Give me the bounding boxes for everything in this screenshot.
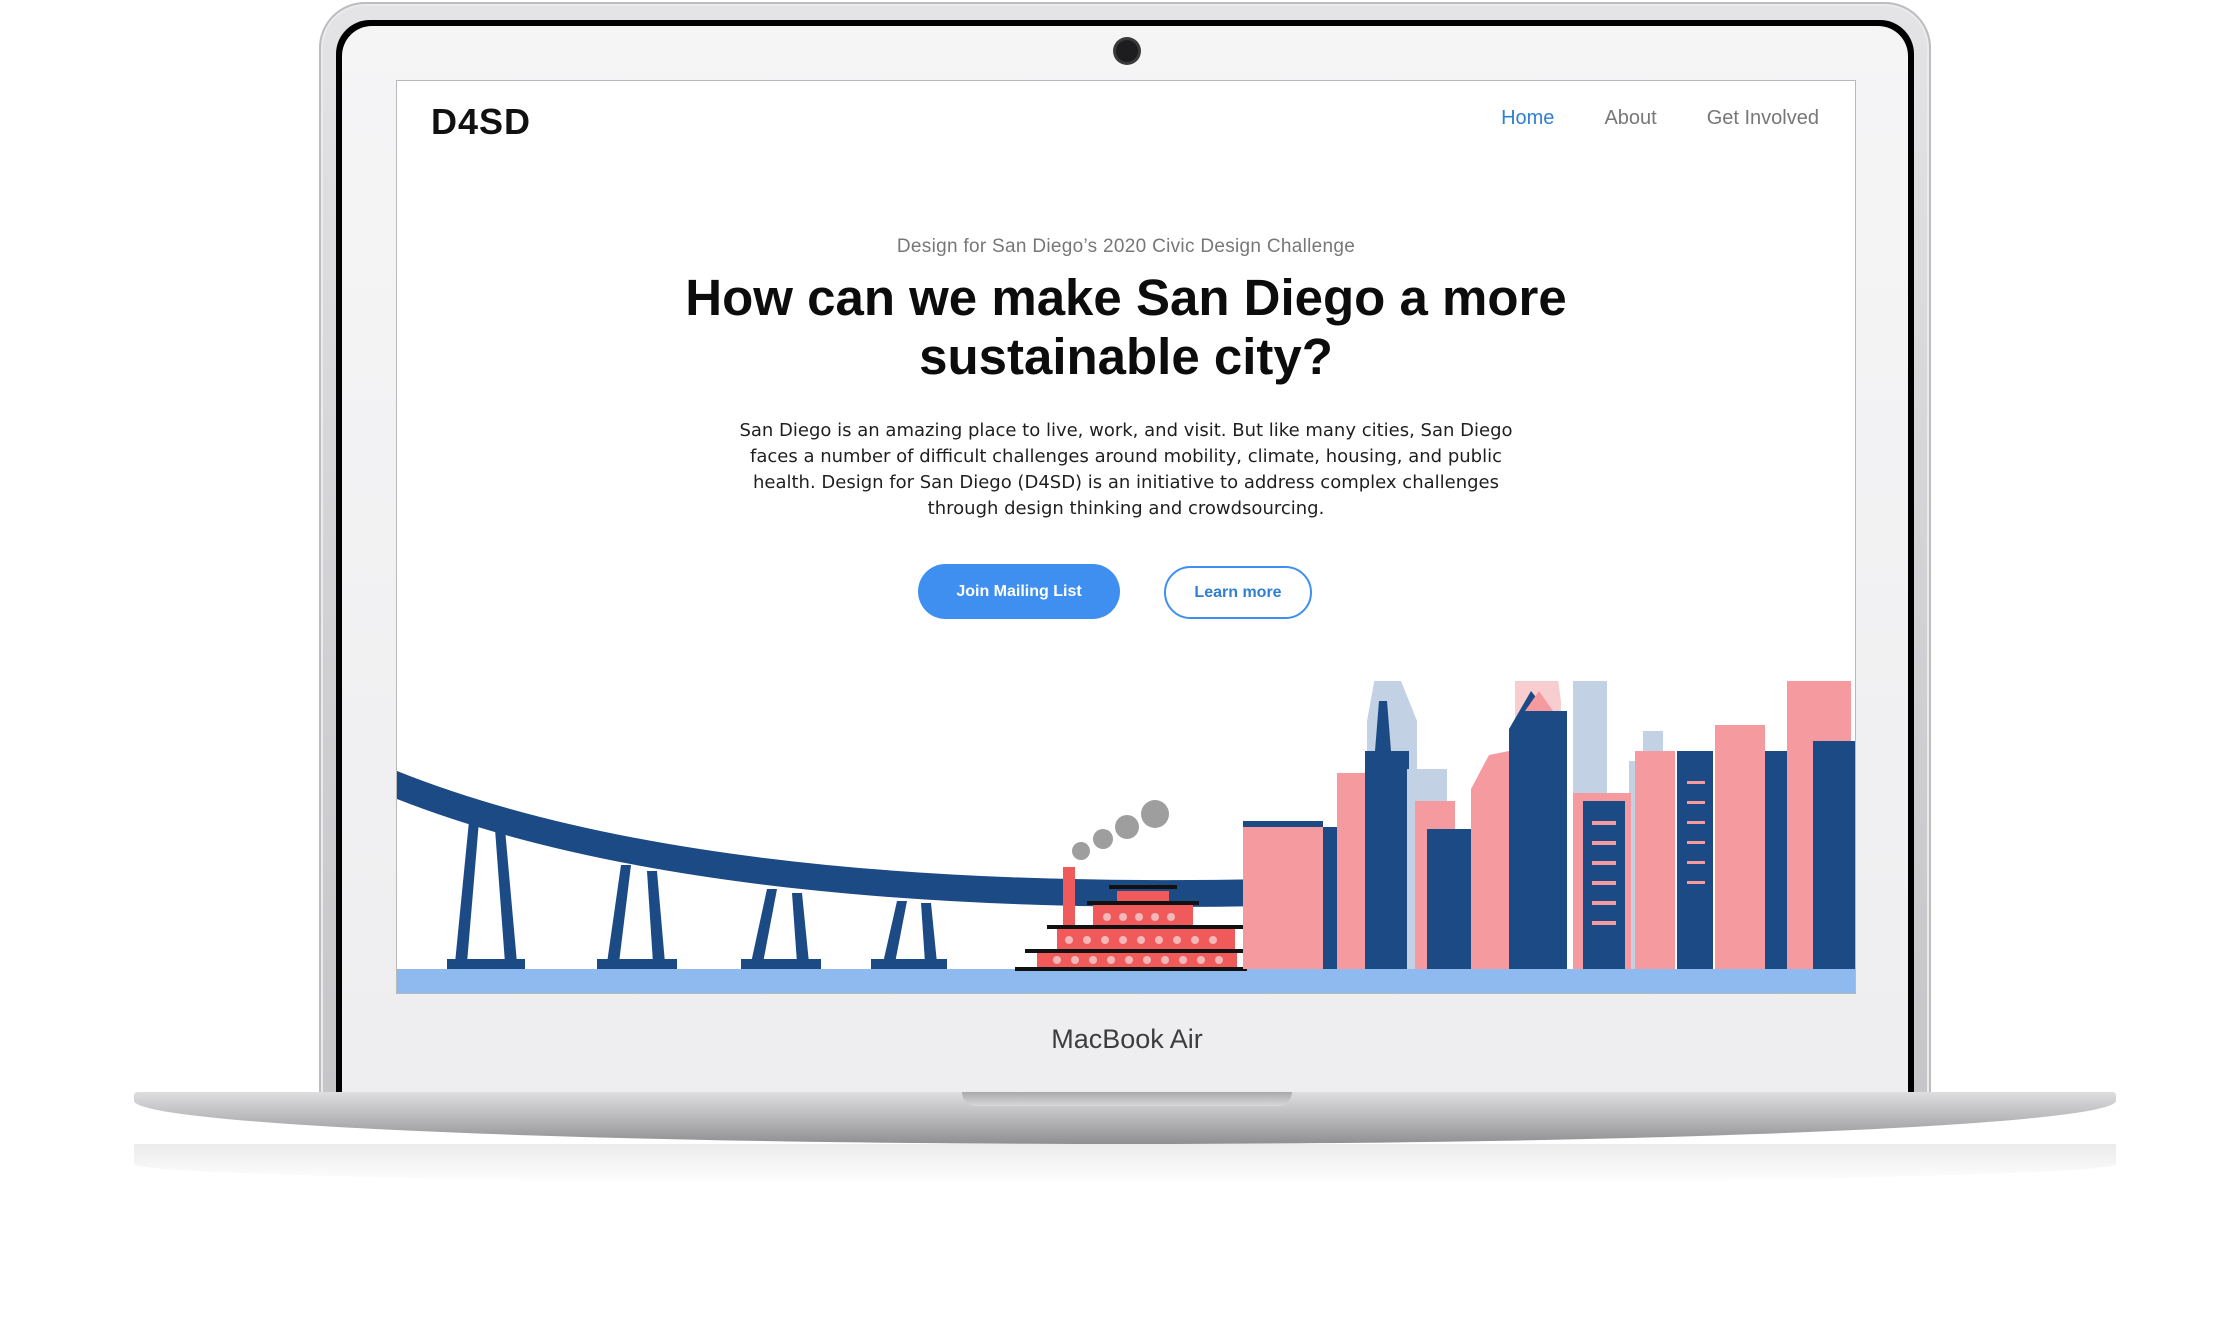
learn-more-button[interactable]: Learn more: [1164, 566, 1312, 619]
laptop-base-notch: [962, 1092, 1292, 1106]
smoke-puffs: [1072, 800, 1169, 860]
laptop-shadow: [134, 1144, 2116, 1184]
skyline-buildings: [1243, 681, 1855, 969]
nav-link-home[interactable]: Home: [1501, 107, 1554, 130]
hero-description: San Diego is an amazing place to live, w…: [739, 420, 1513, 519]
join-mailing-list-button[interactable]: Join Mailing List: [918, 564, 1120, 619]
hero-eyebrow: Design for San Diego’s 2020 Civic Design…: [896, 236, 1356, 257]
device-brand-label: MacBook Air: [1051, 1024, 1203, 1054]
water: [397, 969, 1855, 993]
hero-section: Design for San Diego’s 2020 Civic Design…: [397, 236, 1855, 522]
nav-link-get-involved[interactable]: Get Involved: [1707, 107, 1819, 130]
camera-icon: [1116, 40, 1138, 62]
website-screen: D4SD Home About Get Involved Design for …: [396, 80, 1856, 994]
nav-link-about[interactable]: About: [1604, 107, 1656, 130]
main-nav: Home About Get Involved: [1501, 107, 1819, 130]
san-diego-skyline-illustration: [397, 681, 1855, 993]
site-logo[interactable]: D4SD: [431, 101, 531, 143]
hero-headline: How can we make San Diego a more sustain…: [685, 269, 1567, 385]
